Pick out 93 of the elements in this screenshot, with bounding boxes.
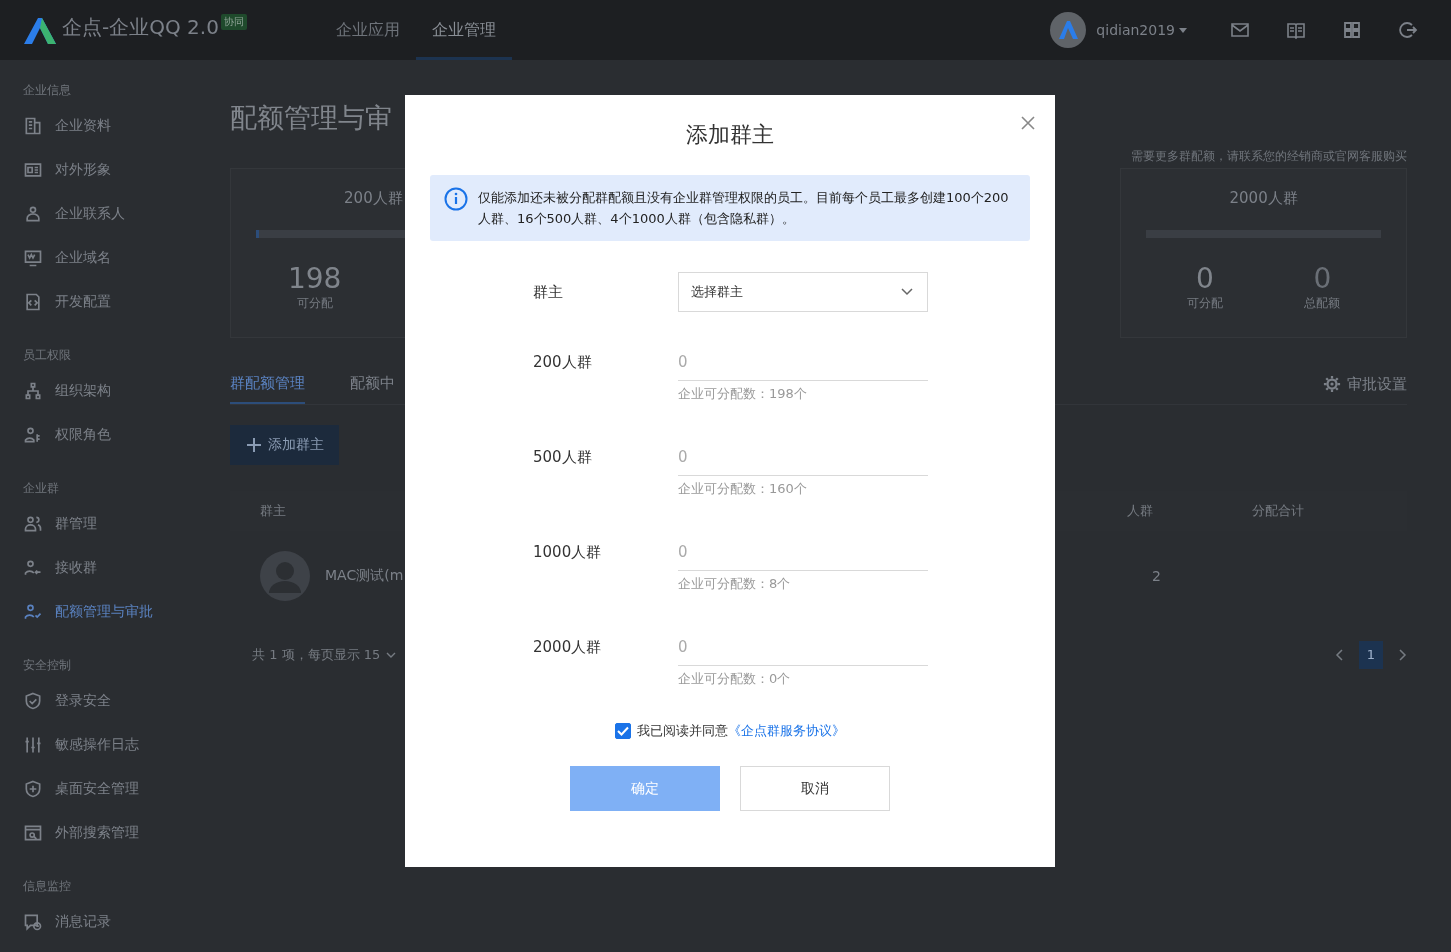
- sidebar-section-title: 信息监控: [22, 878, 72, 895]
- table-cell-text: 2: [1152, 568, 1162, 584]
- sidebar-section-title: 安全控制: [22, 657, 72, 674]
- column-header: 分配合计: [1252, 502, 1305, 520]
- sidebar-item[interactable]: 权限角色: [0, 413, 205, 457]
- sidebar-item[interactable]: 组织架构: [0, 369, 205, 413]
- sidebar-item[interactable]: 群管理: [0, 502, 205, 546]
- plus-icon: [245, 437, 262, 453]
- code-file-icon: [23, 292, 43, 312]
- stat-value: 0: [1313, 262, 1332, 295]
- agreement-checkbox[interactable]: [615, 723, 631, 739]
- person-check-icon: [23, 602, 43, 622]
- avatar-icon: [260, 551, 310, 601]
- tab[interactable]: 群配额管理: [230, 364, 305, 404]
- window-search-icon: [23, 823, 43, 843]
- next-page-icon[interactable]: [1399, 649, 1407, 661]
- page-size-caret-icon[interactable]: [386, 652, 397, 658]
- field-hint: 企业可分配数：8个: [678, 575, 792, 593]
- monitor-icon: [23, 248, 43, 268]
- logout-icon[interactable]: [1398, 20, 1418, 40]
- stat-value: 0: [1196, 262, 1214, 295]
- avatar-icon[interactable]: [1050, 12, 1087, 48]
- previous-page-icon[interactable]: [1335, 649, 1343, 661]
- sidebar-item[interactable]: 敏感操作日志: [0, 723, 205, 767]
- id-card-icon: [23, 160, 43, 180]
- caret-icon: [1179, 27, 1187, 33]
- field-hint: 企业可分配数：0个: [678, 670, 792, 688]
- field-label: 1000人群: [533, 542, 603, 563]
- people-icon: [23, 514, 43, 534]
- close-icon[interactable]: [1021, 116, 1035, 130]
- sidebar-item[interactable]: 企业域名: [0, 236, 205, 280]
- sidebar-item[interactable]: 接收群: [0, 546, 205, 590]
- product-name: 企点-企业QQ 2.0: [62, 14, 219, 41]
- field-label: 群主: [533, 282, 564, 302]
- user-menu[interactable]: qidian2019: [1096, 22, 1187, 38]
- page-title: 配额管理与审: [230, 101, 392, 135]
- nav-tab[interactable]: 企业应用: [320, 0, 416, 60]
- field-label: 200人群: [533, 352, 593, 373]
- card-title: 200人群: [344, 189, 403, 208]
- sidebar-section-title: 企业群: [22, 480, 60, 497]
- sidebar-item[interactable]: 对外形象: [0, 148, 205, 192]
- chat-clock-icon: [23, 912, 43, 932]
- nav-tab[interactable]: 企业管理: [416, 0, 512, 60]
- check-icon: [617, 726, 629, 736]
- stat-label: 可分配: [296, 295, 333, 312]
- mail-icon[interactable]: [1230, 20, 1250, 40]
- document-icon: [23, 116, 43, 136]
- sidebar-item[interactable]: 企业资料: [0, 104, 205, 148]
- owner-select[interactable]: 选择群主: [678, 272, 928, 312]
- field-label: 2000人群: [533, 637, 603, 658]
- agreement-text: 我已阅读并同意: [637, 722, 728, 740]
- shield-check-icon: [23, 691, 43, 711]
- sidebar-item[interactable]: 消息记录: [0, 900, 205, 944]
- grid-icon[interactable]: [1342, 20, 1362, 40]
- approval-settings-link[interactable]: 审批设置: [1323, 374, 1407, 394]
- quota-note: 需要更多群配额，请联系您的经销商或官网客服购买: [1131, 148, 1407, 165]
- agreement-link[interactable]: 《企点群服务协议》: [728, 722, 845, 740]
- sidebar-item[interactable]: 桌面安全管理: [0, 767, 205, 811]
- stat-label: 总配额: [1304, 295, 1341, 312]
- dialog-title: 添加群主: [685, 121, 775, 149]
- person-key-icon: [23, 425, 43, 445]
- org-chart-icon: [23, 381, 43, 401]
- sidebar-item[interactable]: 外部搜索管理: [0, 811, 205, 855]
- chevron-down-icon: [901, 288, 913, 296]
- sidebar-item[interactable]: 登录安全: [0, 679, 205, 723]
- shield-plus-icon: [23, 779, 43, 799]
- gear-icon: [1323, 375, 1341, 393]
- sidebar-item[interactable]: 开发配置: [0, 280, 205, 324]
- field-label: 500人群: [533, 447, 593, 468]
- field-hint: 企业可分配数：160个: [678, 480, 808, 498]
- info-icon: [444, 187, 468, 211]
- tab[interactable]: 配额中: [350, 364, 395, 404]
- person-icon: [23, 204, 43, 224]
- card-title: 2000人群: [1229, 189, 1298, 208]
- cancel-button[interactable]: 取消: [740, 766, 890, 811]
- column-header: 群主: [260, 502, 286, 520]
- sidebar-item[interactable]: 配额管理与审批: [0, 590, 205, 634]
- sidebar-item[interactable]: 企业联系人: [0, 192, 205, 236]
- field-hint: 企业可分配数：198个: [678, 385, 808, 403]
- book-icon[interactable]: [1286, 20, 1306, 40]
- add-owner-button[interactable]: 添加群主: [230, 425, 339, 465]
- sidebar-section-title: 员工权限: [22, 347, 72, 364]
- sidebar-section-title: 企业信息: [22, 82, 72, 99]
- product-badge: 协同: [220, 14, 247, 30]
- pagination-summary: 共 1 项，每页显示 15: [252, 646, 381, 664]
- table-cell: MAC测试(m: [325, 567, 404, 585]
- sliders-icon: [23, 735, 43, 755]
- page-button[interactable]: 1: [1359, 641, 1383, 669]
- person-arrow-icon: [23, 558, 43, 578]
- notice-text: 仅能添加还未被分配群配额且没有企业群管理权限的员工。目前每个员工最多创建100个200人群、16个500人群、4个1000人群（包含隐私群）。: [478, 189, 1010, 228]
- stat-value: 198: [287, 262, 342, 295]
- stat-label: 可分配: [1186, 295, 1223, 312]
- column-header: 人群: [1127, 502, 1154, 520]
